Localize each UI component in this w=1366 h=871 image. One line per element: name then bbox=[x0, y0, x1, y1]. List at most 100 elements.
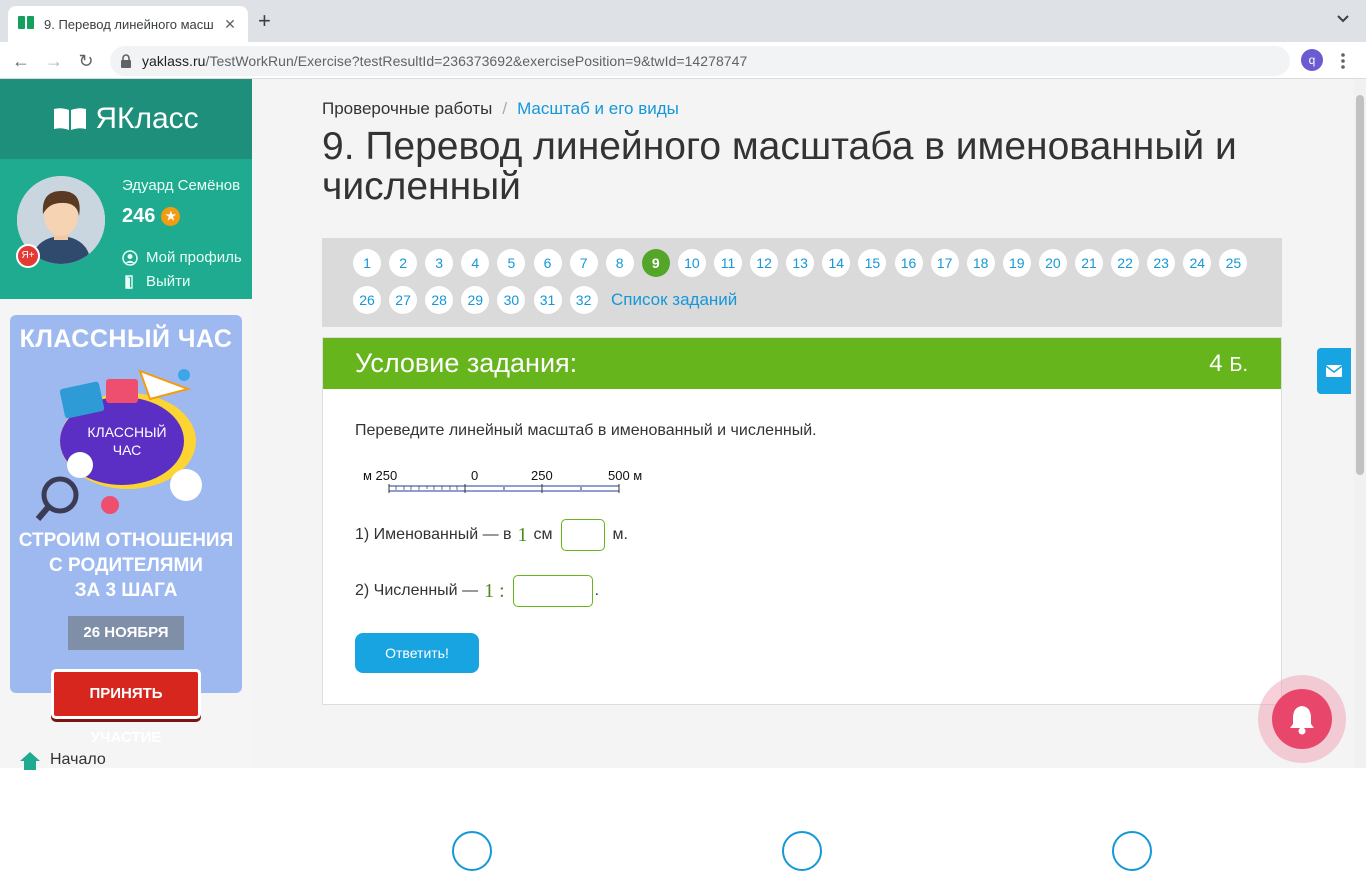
book-logo-icon bbox=[54, 108, 87, 130]
banner-center-line1: КЛАССНЫЙ bbox=[87, 423, 166, 440]
address-bar[interactable]: yaklass.ru/TestWorkRun/Exercise?testResu… bbox=[110, 46, 1290, 76]
scale-label-zero: 0 bbox=[471, 468, 478, 483]
page-number-13[interactable]: 13 bbox=[786, 249, 815, 277]
back-icon[interactable]: ← bbox=[10, 50, 32, 72]
task-header: Условие задания: 4 Б. bbox=[323, 338, 1281, 389]
page-number-14[interactable]: 14 bbox=[822, 249, 851, 277]
close-tab-icon[interactable]: ✕ bbox=[222, 16, 238, 33]
page-number-12[interactable]: 12 bbox=[750, 249, 779, 277]
browser-toolbar: ← → ↻ yaklass.ru/TestWorkRun/Exercise?te… bbox=[0, 42, 1366, 79]
answer-row-numeric: 2) Численный — 1 : . bbox=[355, 575, 599, 607]
banner-title: КЛАССНЫЙ ЧАС bbox=[19, 325, 233, 353]
page-number-31[interactable]: 31 bbox=[533, 286, 562, 314]
participate-button[interactable]: ПРИНЯТЬ УЧАСТИЕ bbox=[51, 669, 201, 746]
tab-search-chevron-icon[interactable] bbox=[1336, 12, 1350, 26]
page-number-29[interactable]: 29 bbox=[461, 286, 490, 314]
user-circle-icon bbox=[122, 249, 138, 266]
scale-label-right: 500 м bbox=[608, 468, 642, 483]
logout-icon bbox=[125, 274, 133, 289]
page-number-27[interactable]: 27 bbox=[389, 286, 418, 314]
task-pager: Список заданий 1 2 3 4 5 6 7 8 9 10 11 12 13 14 15 16 17… bbox=[322, 238, 1282, 327]
url-text: yaklass.ru/TestWorkRun/Exercise?testResu… bbox=[142, 53, 748, 69]
page-title: 9. Перевод линейного масштаба в именован… bbox=[322, 125, 1237, 208]
bell-icon bbox=[1290, 706, 1314, 735]
scale-label-mid: 250 bbox=[531, 468, 553, 483]
nav-circle-icon-center[interactable] bbox=[782, 831, 822, 871]
page-number-6[interactable]: 6 bbox=[533, 249, 562, 277]
page-number-11[interactable]: 11 bbox=[714, 249, 742, 277]
q2-ratio: 1 : bbox=[484, 579, 505, 602]
browser-tab[interactable]: 9. Перевод линейного масшт ✕ bbox=[8, 6, 248, 42]
page-number-9[interactable]: 9 bbox=[641, 249, 670, 277]
page-number-19[interactable]: 19 bbox=[1002, 249, 1031, 277]
tab-title: 9. Перевод линейного масшт bbox=[44, 16, 214, 32]
browser-tab-bar: 9. Перевод линейного масшт ✕ + bbox=[0, 0, 1366, 42]
reload-icon[interactable]: ↻ bbox=[75, 50, 97, 72]
page-number-4[interactable]: 4 bbox=[461, 249, 490, 277]
task-list-link[interactable]: Список заданий bbox=[611, 290, 737, 310]
page-number-24[interactable]: 24 bbox=[1183, 249, 1212, 277]
logout-link[interactable]: Выйти bbox=[122, 273, 190, 290]
page-number-1[interactable]: 1 bbox=[353, 249, 381, 277]
browser-menu-icon[interactable] bbox=[1341, 52, 1345, 70]
numeric-scale-input[interactable] bbox=[512, 575, 593, 607]
nav-circle-icon-left[interactable] bbox=[452, 831, 492, 871]
promo-banner[interactable]: КЛАССНЫЙ ЧАС КЛАССНЫЙ ЧАС СТРОИМ ОТНОШЕН… bbox=[10, 315, 242, 693]
page-number-22[interactable]: 22 bbox=[1111, 249, 1140, 277]
q1-prefix: 1) Именованный — в bbox=[355, 526, 512, 543]
breadcrumb-root[interactable]: Проверочные работы bbox=[322, 99, 492, 118]
submit-answer-button[interactable]: Ответить! bbox=[355, 633, 479, 673]
sidebar: ЯКласс Я+ Эдуард Семёнов 246 ★ Мой профи… bbox=[0, 79, 252, 770]
my-profile-link[interactable]: Мой профиль bbox=[122, 249, 242, 266]
feedback-mail-button[interactable] bbox=[1317, 348, 1351, 394]
page-number-10[interactable]: 10 bbox=[677, 249, 706, 277]
points-counter: 246 ★ bbox=[122, 205, 181, 228]
page-number-17[interactable]: 17 bbox=[930, 249, 959, 277]
new-tab-icon[interactable]: + bbox=[258, 10, 271, 32]
q2-suffix: . bbox=[594, 582, 600, 599]
site-logo[interactable]: ЯКласс bbox=[0, 79, 252, 159]
page-number-5[interactable]: 5 bbox=[497, 249, 526, 277]
lock-icon bbox=[121, 54, 131, 68]
notifications-button[interactable] bbox=[1258, 675, 1346, 763]
named-scale-input[interactable] bbox=[560, 519, 605, 551]
scrollbar-thumb[interactable] bbox=[1356, 95, 1364, 475]
page-number-26[interactable]: 26 bbox=[353, 286, 381, 314]
brand-name: ЯКласс bbox=[95, 102, 199, 135]
page-number-28[interactable]: 28 bbox=[425, 286, 454, 314]
page-number-2[interactable]: 2 bbox=[389, 249, 418, 277]
page-number-18[interactable]: 18 bbox=[966, 249, 995, 277]
page-number-32[interactable]: 32 bbox=[569, 286, 598, 314]
scale-label-left: м 250 bbox=[363, 468, 397, 483]
task-text: Переведите линейный масштаб в именованны… bbox=[355, 422, 817, 439]
q1-number: 1 bbox=[517, 523, 528, 546]
nav-circle-icon-right[interactable] bbox=[1112, 831, 1152, 871]
page-number-20[interactable]: 20 bbox=[1038, 249, 1067, 277]
page-number-8[interactable]: 8 bbox=[605, 249, 634, 277]
user-panel: Я+ Эдуард Семёнов 246 ★ Мой профиль Выйт… bbox=[0, 159, 252, 299]
star-icon: ★ bbox=[161, 207, 181, 226]
home-icon bbox=[20, 752, 40, 770]
user-name[interactable]: Эдуард Семёнов bbox=[122, 177, 240, 194]
page-number-30[interactable]: 30 bbox=[497, 286, 526, 314]
page-number-25[interactable]: 25 bbox=[1219, 249, 1248, 277]
main-content: Проверочные работы / Масштаб и его виды 9.… bbox=[252, 79, 1354, 871]
page-number-15[interactable]: 15 bbox=[858, 249, 887, 277]
ya-plus-badge: Я+ bbox=[16, 244, 40, 268]
profile-avatar[interactable]: q bbox=[1301, 49, 1323, 71]
page-number-21[interactable]: 21 bbox=[1075, 249, 1103, 277]
mail-icon bbox=[1325, 365, 1343, 377]
breadcrumb-current[interactable]: Масштаб и его виды bbox=[517, 99, 679, 118]
page-number-16[interactable]: 16 bbox=[894, 249, 923, 277]
page-number-3[interactable]: 3 bbox=[425, 249, 454, 277]
task-header-title: Условие задания: bbox=[355, 348, 578, 378]
page-number-23[interactable]: 23 bbox=[1147, 249, 1176, 277]
forward-icon[interactable]: → bbox=[43, 50, 65, 72]
page-number-7[interactable]: 7 bbox=[569, 249, 598, 277]
sidebar-item-start[interactable]: Начало bbox=[18, 750, 106, 770]
q1-suffix: м. bbox=[612, 526, 628, 543]
breadcrumb: Проверочные работы / Масштаб и его виды bbox=[322, 99, 679, 118]
task-points: 4 Б. bbox=[1209, 349, 1248, 377]
yaklass-favicon-icon bbox=[18, 16, 34, 32]
page-scrollbar[interactable] bbox=[1354, 79, 1366, 768]
